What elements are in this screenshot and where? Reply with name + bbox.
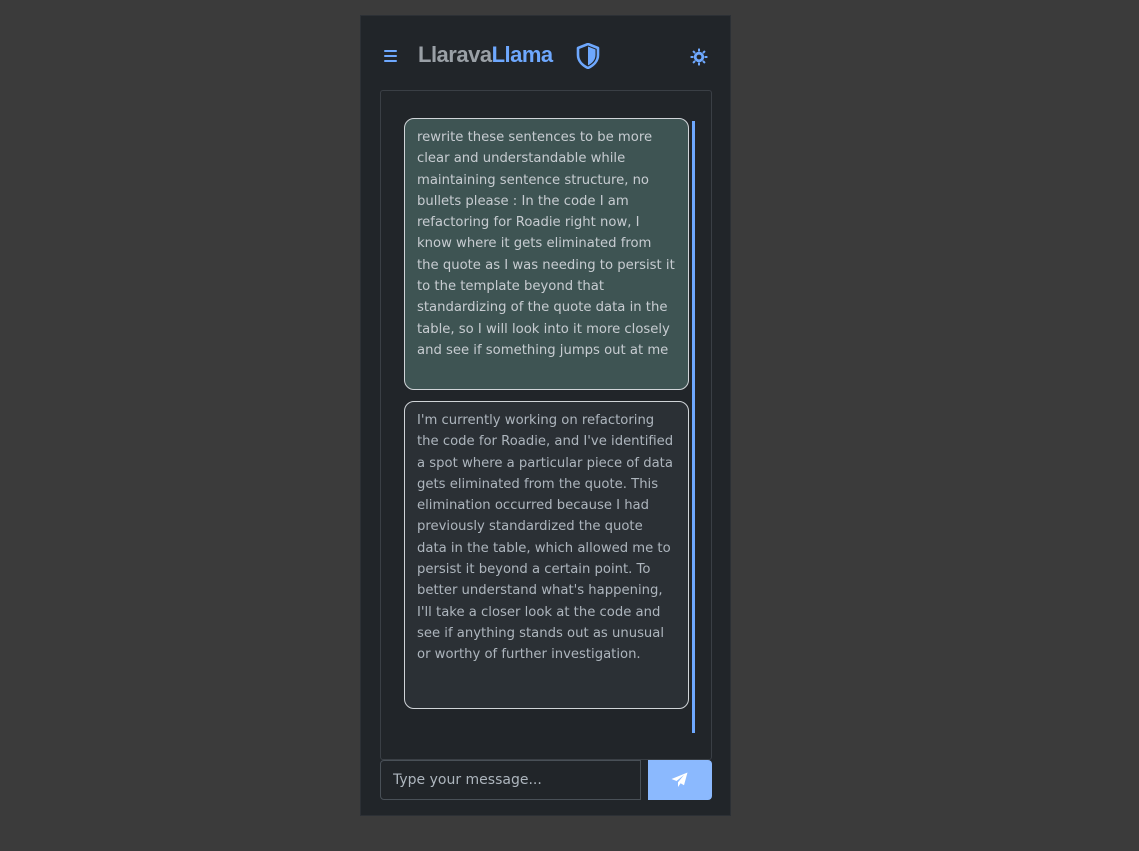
user-message-bubble: rewrite these sentences to be more clear… <box>404 118 689 390</box>
sun-gear-icon[interactable] <box>690 48 708 66</box>
app-header: LlaravaLlama <box>361 16 730 90</box>
assistant-message-bubble: I'm currently working on refactoring the… <box>404 401 689 709</box>
chat-messages-panel[interactable]: rewrite these sentences to be more clear… <box>380 90 712 760</box>
assistant-message-text: I'm currently working on refactoring the… <box>417 413 674 663</box>
send-button[interactable] <box>648 760 712 800</box>
app-title-part2: Llama <box>491 42 554 67</box>
paper-plane-icon <box>671 772 688 787</box>
message-input[interactable] <box>380 760 641 800</box>
message-composer <box>380 760 712 800</box>
shield-half-icon <box>576 43 600 69</box>
app-title-part1: Llarava <box>418 42 492 67</box>
user-message-text: rewrite these sentences to be more clear… <box>417 130 675 358</box>
hamburger-menu-icon[interactable] <box>383 47 399 63</box>
scrollbar[interactable] <box>692 121 695 733</box>
app-title: LlaravaLlama <box>418 40 553 70</box>
app-window: LlaravaLlama rewrite these sentences to … <box>360 15 731 816</box>
